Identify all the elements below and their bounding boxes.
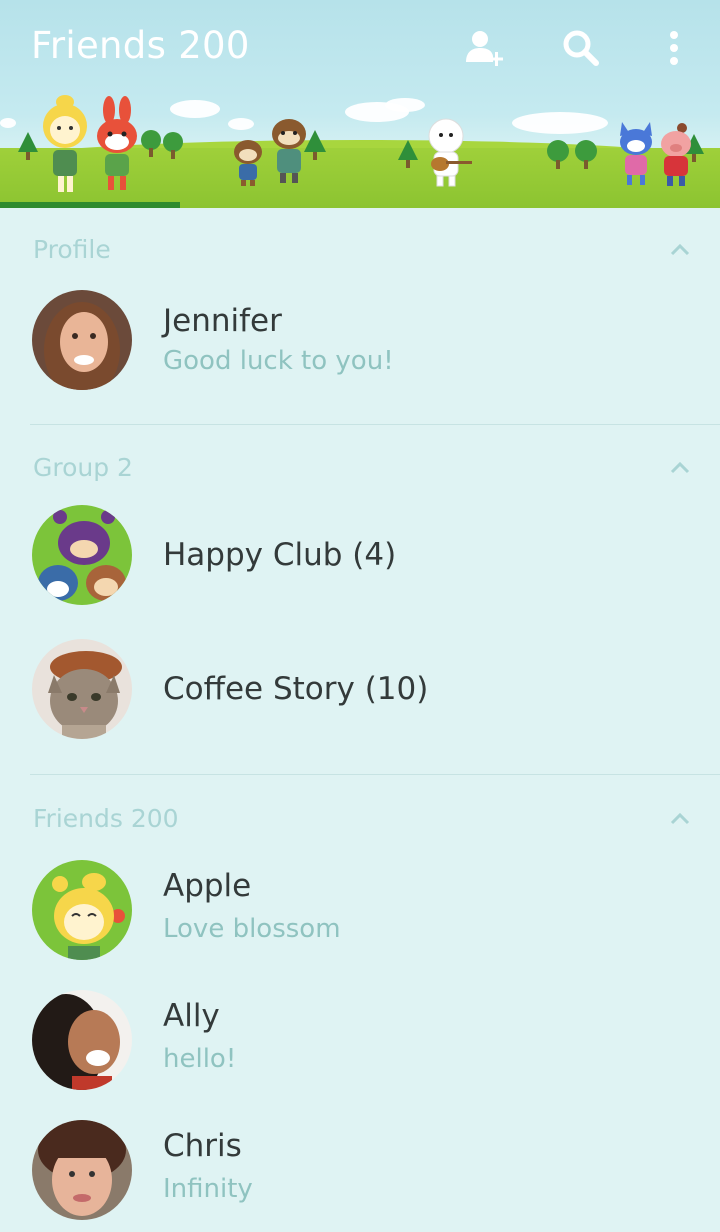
- cloud-decoration: [512, 112, 608, 134]
- contact-status: Good luck to you!: [163, 346, 394, 376]
- group-row[interactable]: Coffee Story (10): [0, 634, 720, 744]
- contact-name: Ally: [163, 998, 220, 1034]
- section-header-profile[interactable]: Profile: [0, 225, 720, 275]
- contact-name: Jennifer: [163, 303, 282, 339]
- group-name: Happy Club (4): [163, 537, 397, 573]
- pig-character-icon: [661, 123, 691, 186]
- contact-status: Infinity: [163, 1174, 253, 1204]
- friend-row[interactable]: Ally hello!: [0, 985, 720, 1095]
- header-title: Friends 200: [31, 24, 250, 67]
- avatar: [32, 639, 132, 739]
- chevron-up-icon[interactable]: [668, 808, 692, 828]
- chevron-up-icon[interactable]: [668, 457, 692, 477]
- raccoon-small-character-icon: [234, 140, 262, 186]
- cloud-decoration: [228, 118, 254, 130]
- header-progress-bar: [0, 202, 180, 208]
- tree-icon: [141, 130, 161, 157]
- more-options-button[interactable]: [648, 22, 700, 74]
- search-button[interactable]: [555, 22, 607, 74]
- tree-icon: [398, 140, 418, 168]
- cat-character-icon: [620, 122, 652, 185]
- tree-icon: [547, 140, 569, 169]
- section-divider: [30, 424, 720, 425]
- group-row[interactable]: Happy Club (4): [0, 500, 720, 610]
- dog-character-icon: [43, 95, 87, 192]
- section-title: Friends 200: [33, 804, 179, 833]
- app-header: Friends 200: [0, 0, 720, 208]
- avatar: [32, 990, 132, 1090]
- section-title: Profile: [33, 235, 111, 264]
- avatar: [32, 860, 132, 960]
- contact-name: Chris: [163, 1128, 242, 1164]
- contact-status: Love blossom: [163, 914, 341, 944]
- friend-row[interactable]: Chris Infinity: [0, 1115, 720, 1225]
- friend-row[interactable]: Apple Love blossom: [0, 855, 720, 965]
- more-vertical-icon: [670, 31, 678, 65]
- raccoon-character-icon: [272, 119, 306, 183]
- profile-row[interactable]: Jennifer Good luck to you!: [0, 285, 720, 395]
- chevron-up-icon[interactable]: [668, 239, 692, 259]
- section-title: Group 2: [33, 453, 133, 482]
- group-name: Coffee Story (10): [163, 671, 429, 707]
- add-friend-button[interactable]: [458, 22, 510, 74]
- tree-icon: [18, 132, 38, 160]
- avatar: [32, 505, 132, 605]
- tree-icon: [575, 140, 597, 169]
- contact-status: hello!: [163, 1044, 237, 1074]
- cloud-decoration: [170, 100, 220, 118]
- rabbit-character-icon: [97, 96, 137, 190]
- cloud-decoration: [0, 118, 16, 128]
- search-icon: [563, 30, 599, 66]
- dog-guitar-character-icon: [428, 118, 472, 187]
- cloud-decoration: [385, 98, 425, 112]
- avatar: [32, 1120, 132, 1220]
- avatar: [32, 290, 132, 390]
- contact-name: Apple: [163, 868, 252, 904]
- add-person-icon: [466, 31, 503, 66]
- section-header-friends[interactable]: Friends 200: [0, 794, 720, 844]
- section-divider: [30, 774, 720, 775]
- section-header-groups[interactable]: Group 2: [0, 443, 720, 493]
- tree-icon: [163, 132, 183, 159]
